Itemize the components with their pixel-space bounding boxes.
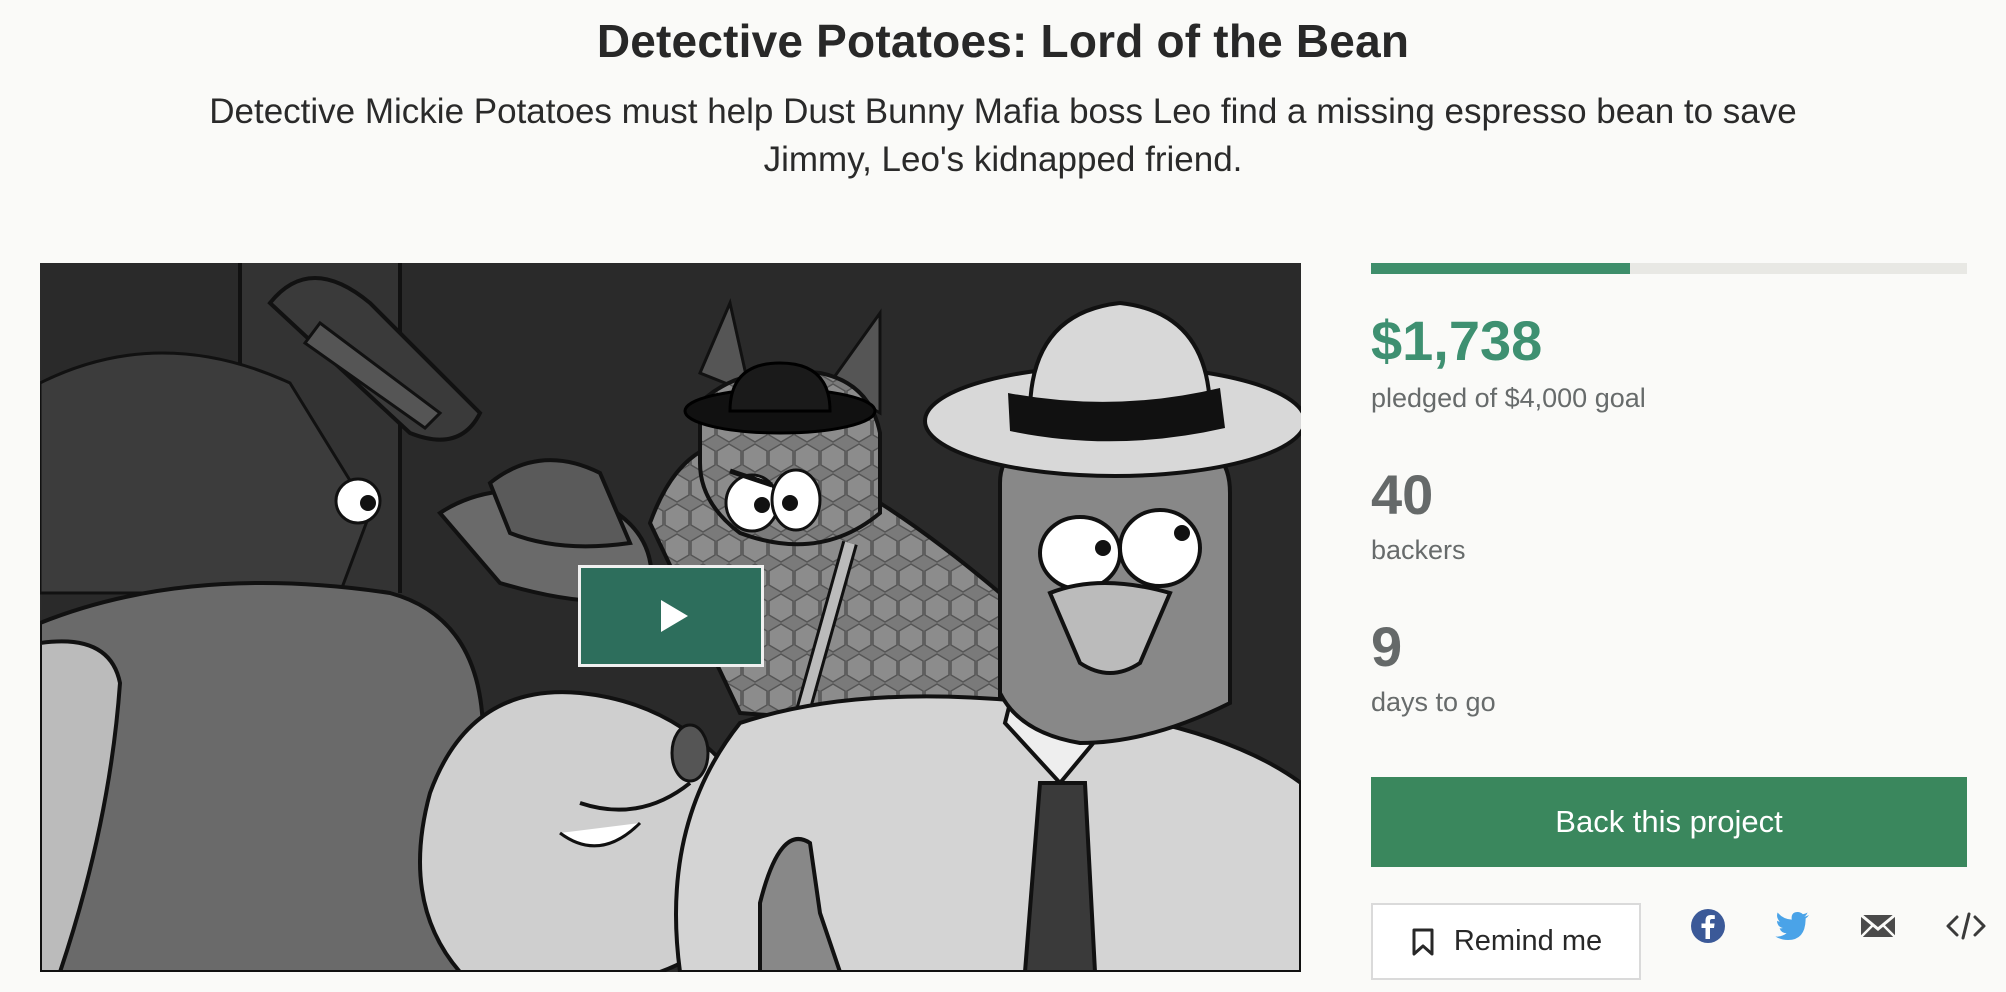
project-title: Detective Potatoes: Lord of the Bean: [596, 15, 1410, 67]
back-project-button[interactable]: Back this project: [1371, 777, 1967, 867]
facebook-icon[interactable]: [1688, 906, 1728, 946]
funding-progress-bar: [1371, 263, 1967, 274]
project-video[interactable]: [40, 263, 1301, 972]
play-icon: [660, 600, 688, 632]
days-remaining: 9: [1371, 615, 1403, 678]
funding-progress-fill: [1371, 263, 1630, 274]
email-icon[interactable]: [1858, 906, 1898, 946]
embed-icon[interactable]: [1945, 906, 1987, 946]
remind-me-label: Remind me: [1453, 925, 1603, 957]
backers-label: backers: [1371, 535, 1466, 565]
twitter-icon[interactable]: [1773, 906, 1813, 946]
backers-count: 40: [1371, 463, 1434, 526]
pledged-amount: $1,738: [1371, 309, 1543, 372]
project-blurb: Detective Mickie Potatoes must help Dust…: [209, 92, 1797, 179]
pledged-goal-label: pledged of $4,000 goal: [1371, 383, 1646, 413]
play-button[interactable]: [578, 565, 764, 667]
remind-me-button[interactable]: Remind me: [1371, 903, 1641, 980]
days-label: days to go: [1371, 687, 1496, 717]
bookmark-icon: [1412, 928, 1434, 955]
